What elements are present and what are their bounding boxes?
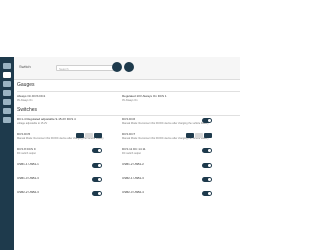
switch-card: DCS 11 DC 14 11 DC switch output — [122, 147, 232, 159]
top-bar: Switch Search — [14, 57, 240, 80]
switch-label: DCS DC6 — [122, 117, 136, 121]
toolbar-button-2[interactable] — [124, 62, 134, 72]
mode-button[interactable] — [76, 133, 84, 138]
switch-card: USB2-3 USB2-4 — [122, 190, 232, 202]
switch-label: USB2-1 USB1-3 — [122, 176, 144, 180]
switch-sub: DC switch output — [122, 152, 141, 155]
gauge-sub: 0V Always On — [122, 99, 138, 102]
switch-toggle[interactable] — [202, 191, 212, 196]
list-icon[interactable] — [3, 99, 11, 105]
divider — [17, 91, 240, 92]
switch-label: DCS DC5 — [17, 132, 31, 136]
switch-toggle[interactable] — [92, 163, 102, 168]
divider — [17, 115, 240, 116]
info-icon[interactable] — [3, 117, 11, 123]
switch-sub: voltage adjustable to 15.2V — [17, 122, 48, 125]
switch-card: USB2-2 USB2-3 — [17, 190, 117, 202]
switch-toggle[interactable] — [202, 163, 212, 168]
app-window: Switch Search Gauges Always On DCS DC1 0… — [0, 0, 250, 250]
switch-card: USB1-2 USB1-2 — [122, 162, 232, 174]
switch-toggle[interactable] — [202, 148, 212, 153]
alert-icon[interactable] — [3, 108, 11, 114]
gauge-card: Regulated 10V Always On DCS 1 0V Always … — [122, 94, 232, 106]
switch-sub: Manual Mode: Reconnect this DC/DC device… — [122, 122, 209, 125]
gauge-card: Always On DCS DC1 0V Always On — [17, 94, 107, 106]
switch-icon[interactable] — [3, 72, 11, 78]
gauge-sub: 0V Always On — [17, 99, 33, 102]
switch-card: DCS DC7 Manual Mode: Reconnect this DC/D… — [122, 132, 232, 144]
switches-heading: Switches — [17, 107, 38, 113]
settings-icon[interactable] — [3, 90, 11, 96]
page-title: Switch — [19, 64, 31, 69]
switch-label: DCS DC7 — [122, 132, 136, 136]
mode-button[interactable] — [94, 133, 102, 138]
switch-toggle[interactable] — [202, 177, 212, 182]
switch-card: DCS DC6 Manual Mode: Reconnect this DC/D… — [122, 117, 232, 129]
search-input[interactable]: Search — [56, 65, 114, 71]
switch-label: DCS 11 DC 14 11 — [122, 147, 146, 151]
switch-toggle[interactable] — [92, 148, 102, 153]
gauge-icon[interactable] — [3, 81, 11, 87]
switch-label: USB2-2 USB2-3 — [17, 190, 39, 194]
switch-toggle[interactable] — [202, 118, 212, 123]
mode-button[interactable] — [195, 133, 203, 138]
switch-card: USB2-1 USB1-3 — [122, 176, 232, 188]
switch-card: DCS DC5 Manual Mode: Reconnect this DC/D… — [17, 132, 117, 144]
switch-label: USB1-1 USB1-1 — [17, 162, 39, 166]
switch-card: USB1-1 USB1-1 — [17, 162, 117, 174]
switch-toggle[interactable] — [92, 177, 102, 182]
switch-card: DCS 8 DCS 9 DC switch output — [17, 147, 117, 159]
switch-sub: DC switch output — [17, 152, 36, 155]
home-icon[interactable] — [3, 63, 11, 69]
mode-button[interactable] — [186, 133, 194, 138]
gauge-label: Always On DCS DC1 — [17, 94, 46, 98]
switch-label: USB1-3 USB1-3 — [17, 176, 39, 180]
switch-label: DCS 8 DCS 9 — [17, 147, 36, 151]
mode-button[interactable] — [204, 133, 212, 138]
sidebar — [0, 57, 14, 250]
gauge-label: Regulated 10V Always On DCS 1 — [122, 94, 167, 98]
toolbar-button-1[interactable] — [112, 62, 122, 72]
switch-label: USB1-2 USB1-2 — [122, 162, 144, 166]
switch-label: DC1-4 Regulated adjustable 9-15.2V DCS 4 — [17, 117, 76, 121]
gauges-heading: Gauges — [17, 82, 35, 88]
switch-card: USB1-3 USB1-3 — [17, 176, 117, 188]
switch-card: DC1-4 Regulated adjustable 9-15.2V DCS 4… — [17, 117, 117, 129]
switch-toggle[interactable] — [92, 191, 102, 196]
switch-label: USB2-3 USB2-4 — [122, 190, 144, 194]
mode-button[interactable] — [85, 133, 93, 138]
